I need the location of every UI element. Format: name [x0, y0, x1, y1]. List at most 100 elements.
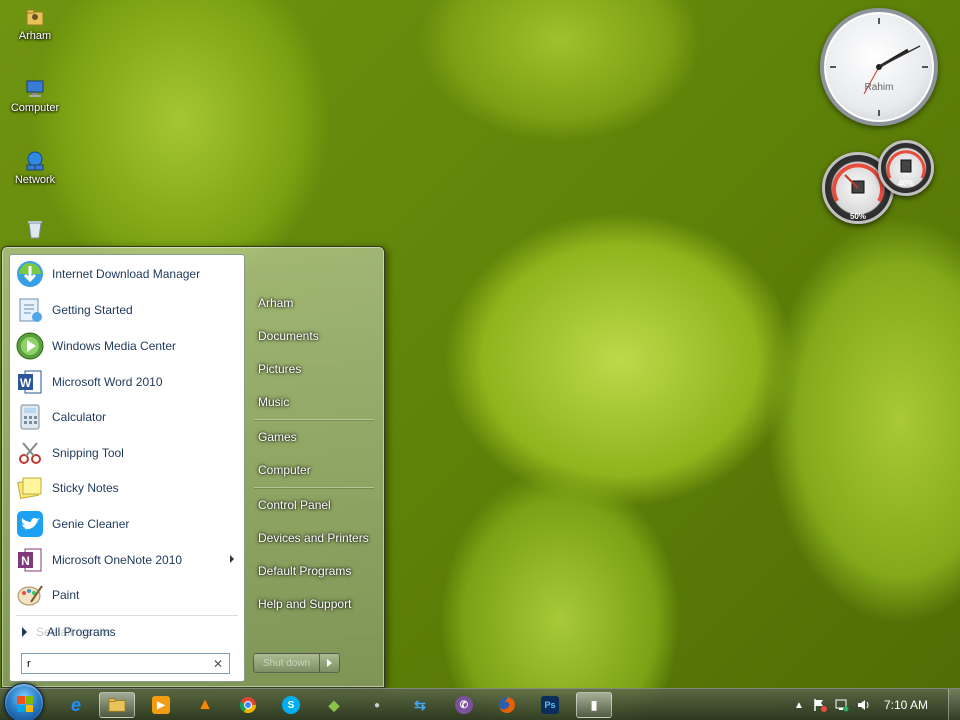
desktop-icon-network[interactable]: Network — [6, 150, 64, 186]
recycle-bin-icon — [24, 218, 46, 240]
taskbar-windows-explorer[interactable] — [99, 692, 135, 718]
media-player-icon: ▶ — [152, 696, 170, 714]
paint-icon — [14, 579, 46, 611]
taskbar: e ▶ ▲ S ◆ ● ⇆ ✆ Ps ▮ ▲ 7:10 AM — [0, 683, 960, 720]
clock-face-icon — [830, 18, 928, 116]
right-item-label: Games — [258, 430, 297, 444]
computer-icon — [24, 78, 46, 100]
desktop-icon-computer[interactable]: Computer — [6, 78, 64, 114]
program-snipping-tool[interactable]: Snipping Tool — [12, 436, 242, 470]
taskbar-photoshop[interactable]: Ps — [532, 692, 568, 718]
search-input[interactable] — [27, 657, 207, 670]
start-menu: Internet Download Manager Getting Starte… — [1, 246, 385, 688]
clock-label: Rahim — [864, 82, 894, 93]
right-item-music[interactable]: Music — [252, 389, 378, 415]
right-item-default-programs[interactable]: Default Programs — [252, 558, 378, 584]
right-item-pictures[interactable]: Pictures — [252, 356, 378, 382]
right-item-games[interactable]: Games — [252, 424, 378, 450]
snipping-tool-icon — [14, 437, 46, 469]
clock-time[interactable]: 7:10 AM — [884, 698, 928, 712]
user-folder-icon — [24, 6, 46, 28]
desktop-icon-user-folder[interactable]: Arham — [6, 6, 64, 42]
memory-meter-value: 40% — [897, 179, 914, 188]
desktop-icon-recycle-bin[interactable] — [6, 218, 64, 242]
taskbar-app-active[interactable]: ▮ — [576, 692, 612, 718]
clear-search-icon[interactable]: ✕ — [213, 657, 223, 671]
right-item-label: Music — [258, 395, 290, 409]
volume-icon[interactable] — [857, 698, 871, 712]
program-label: Getting Started — [52, 303, 133, 317]
sticky-notes-icon — [14, 472, 46, 504]
shutdown-button[interactable]: Shut down — [253, 653, 320, 673]
media-center-icon — [14, 330, 46, 362]
skype-icon: S — [282, 696, 300, 714]
program-calculator[interactable]: Calculator — [12, 400, 242, 434]
right-item-devices-and-printers[interactable]: Devices and Printers — [252, 525, 378, 551]
taskbar-internet-explorer[interactable]: e — [58, 692, 94, 718]
program-sticky-notes[interactable]: Sticky Notes — [12, 471, 242, 505]
right-item-label: Computer — [258, 463, 311, 477]
right-item-computer[interactable]: Computer — [252, 457, 378, 483]
show-hidden-icons-icon[interactable]: ▲ — [792, 698, 806, 712]
start-button[interactable] — [4, 683, 44, 720]
program-label: Microsoft Word 2010 — [52, 375, 163, 389]
photoshop-icon: Ps — [541, 696, 559, 714]
taskbar-skype[interactable]: S — [273, 692, 309, 718]
taskbar-app-blue[interactable]: ⇆ — [402, 692, 438, 718]
start-search-box[interactable]: ✕ — [21, 653, 230, 674]
taskbar-app-green[interactable]: ◆ — [316, 692, 352, 718]
memory-meter-gadget[interactable]: 40% — [878, 140, 934, 196]
taskbar-app-dark[interactable]: ● — [359, 692, 395, 718]
desktop-icon-label: Arham — [18, 30, 52, 42]
program-getting-started[interactable]: Getting Started — [12, 293, 242, 327]
program-microsoft-onenote-2010[interactable]: N Microsoft OneNote 2010 — [12, 543, 242, 577]
app-dark-icon: ● — [373, 699, 381, 711]
windows-logo-icon — [17, 696, 33, 712]
right-item-documents[interactable]: Documents — [252, 323, 378, 349]
taskbar-viber[interactable]: ✆ — [446, 692, 482, 718]
app-active-icon: ▮ — [590, 698, 598, 712]
right-item-label: Documents — [258, 329, 319, 343]
vlc-icon: ▲ — [197, 696, 213, 713]
right-separator — [254, 419, 374, 420]
taskbar-vlc[interactable]: ▲ — [187, 692, 223, 718]
submenu-arrow-icon[interactable] — [230, 555, 234, 563]
taskbar-media-player[interactable]: ▶ — [143, 692, 179, 718]
desktop-icon-label: Network — [14, 174, 56, 186]
program-internet-download-manager[interactable]: Internet Download Manager — [12, 257, 242, 291]
program-label: Internet Download Manager — [52, 267, 201, 281]
program-paint[interactable]: Paint — [12, 578, 242, 612]
all-programs-arrow-icon — [22, 627, 27, 637]
program-microsoft-word-2010[interactable]: W Microsoft Word 2010 — [12, 365, 242, 399]
right-item-control-panel[interactable]: Control Panel — [252, 492, 378, 518]
right-separator — [254, 487, 374, 488]
action-center-icon[interactable] — [813, 698, 827, 712]
all-programs-button[interactable]: See all results All Programs — [12, 621, 242, 643]
program-label: Snipping Tool — [52, 446, 124, 460]
program-windows-media-center[interactable]: Windows Media Center — [12, 329, 242, 363]
idm-icon — [14, 258, 46, 290]
right-item-arham[interactable]: Arham — [252, 290, 378, 316]
program-label: Windows Media Center — [52, 339, 177, 353]
taskbar-chrome[interactable] — [230, 692, 266, 718]
right-item-label: Devices and Printers — [258, 531, 369, 545]
program-label: Sticky Notes — [52, 481, 119, 495]
onenote-icon: N — [14, 544, 46, 576]
program-label: Calculator — [52, 410, 107, 424]
right-item-label: Pictures — [258, 362, 302, 376]
shutdown-options-button[interactable] — [320, 653, 340, 673]
taskbar-firefox[interactable] — [489, 692, 525, 718]
firefox-icon — [498, 696, 516, 714]
right-item-label: Help and Support — [258, 597, 352, 611]
getting-started-icon — [14, 294, 46, 326]
program-label: Microsoft OneNote 2010 — [52, 553, 183, 567]
network-status-icon[interactable] — [835, 698, 849, 712]
right-item-label: Control Panel — [258, 498, 331, 512]
clock-gadget[interactable]: Rahim — [820, 8, 938, 126]
shutdown-label: Shut down — [262, 657, 311, 669]
all-programs-label: All Programs — [47, 625, 116, 639]
program-genie-cleaner[interactable]: Genie Cleaner — [12, 507, 242, 541]
right-item-help-and-support[interactable]: Help and Support — [252, 591, 378, 617]
app-green-icon: ◆ — [328, 696, 340, 713]
show-desktop-button[interactable] — [948, 689, 960, 720]
